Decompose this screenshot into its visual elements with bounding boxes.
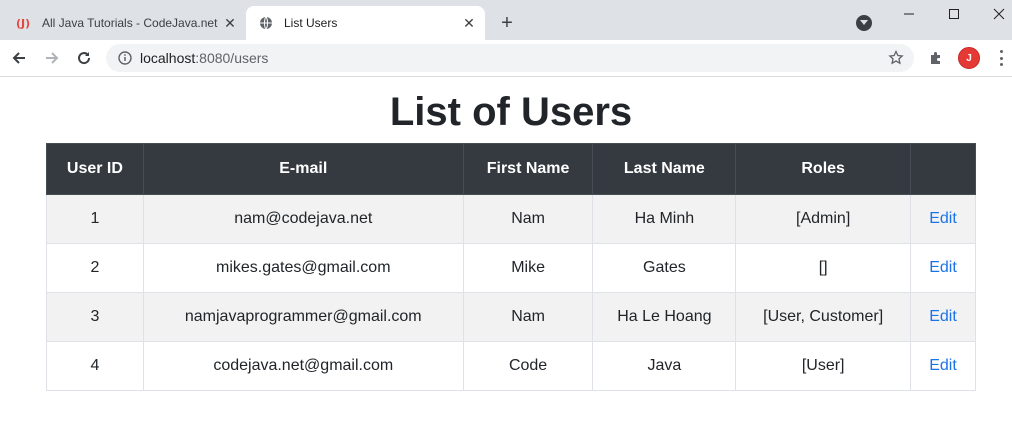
back-arrow-icon[interactable] — [9, 48, 29, 68]
table-row: 2 mikes.gates@gmail.com Mike Gates [] Ed… — [46, 243, 976, 293]
edit-user-link[interactable]: Edit — [929, 308, 957, 325]
tab-title: List Users — [284, 16, 338, 30]
edit-user-link[interactable]: Edit — [929, 259, 957, 276]
maximize-icon[interactable] — [931, 0, 977, 28]
column-header-last-name: Last Name — [592, 143, 737, 195]
cell-last-name: Ha Minh — [592, 194, 737, 244]
address-bar[interactable]: localhost:8080/users — [106, 44, 914, 72]
cell-email: nam@codejava.net — [142, 194, 464, 244]
forward-arrow-icon[interactable] — [42, 48, 62, 68]
table-row: 1 nam@codejava.net Nam Ha Minh [Admin] E… — [46, 194, 976, 244]
column-header-actions — [910, 143, 976, 195]
column-header-email: E-mail — [142, 143, 464, 195]
new-tab-icon[interactable]: + — [496, 12, 518, 34]
table-row: 4 codejava.net@gmail.com Code Java [User… — [46, 341, 976, 391]
column-header-first-name: First Name — [462, 143, 594, 195]
cell-email: mikes.gates@gmail.com — [142, 243, 464, 293]
cell-user-id: 3 — [46, 292, 144, 342]
minimize-icon[interactable] — [886, 0, 932, 28]
tab-codejava[interactable]: (J) All Java Tutorials - CodeJava.net ✕ — [8, 6, 246, 40]
edit-user-link[interactable]: Edit — [929, 210, 957, 227]
cell-actions: Edit — [910, 292, 976, 342]
tab-list-users[interactable]: List Users ✕ — [246, 6, 485, 40]
table-row: 3 namjavaprogrammer@gmail.com Nam Ha Le … — [46, 292, 976, 342]
extensions-puzzle-icon[interactable] — [928, 50, 944, 66]
svg-text:(J): (J) — [16, 17, 30, 30]
url-host: localhost — [140, 50, 196, 66]
cell-actions: Edit — [910, 341, 976, 391]
cell-user-id: 4 — [46, 341, 144, 391]
cell-roles: [] — [735, 243, 912, 293]
cell-actions: Edit — [910, 194, 976, 244]
codejava-icon: (J) — [16, 15, 32, 31]
cell-first-name: Mike — [462, 243, 594, 293]
close-tab-icon[interactable]: ✕ — [220, 13, 240, 33]
close-window-icon[interactable] — [976, 0, 1012, 28]
site-info-icon[interactable] — [118, 51, 132, 65]
globe-icon — [258, 15, 274, 31]
bookmark-star-icon[interactable] — [888, 50, 904, 66]
close-tab-icon[interactable]: ✕ — [459, 13, 479, 33]
profile-avatar[interactable]: J — [958, 47, 980, 69]
cell-email: namjavaprogrammer@gmail.com — [142, 292, 464, 342]
column-header-roles: Roles — [735, 143, 912, 195]
cell-roles: [Admin] — [735, 194, 912, 244]
cell-user-id: 2 — [46, 243, 144, 293]
column-header-user-id: User ID — [46, 143, 144, 195]
tab-strip: (J) All Java Tutorials - CodeJava.net ✕ … — [0, 0, 1012, 40]
cell-roles: [User, Customer] — [735, 292, 912, 342]
tab-search-icon[interactable] — [856, 15, 872, 31]
users-table: User ID E-mail First Name Last Name Role… — [46, 143, 976, 391]
url-path: :8080/users — [195, 50, 269, 66]
kebab-menu-icon[interactable] — [996, 50, 1006, 66]
cell-last-name: Gates — [592, 243, 737, 293]
cell-last-name: Java — [592, 341, 737, 391]
cell-first-name: Code — [462, 341, 594, 391]
cell-last-name: Ha Le Hoang — [592, 292, 737, 342]
page-title: List of Users — [389, 90, 633, 134]
cell-user-id: 1 — [46, 194, 144, 244]
cell-email: codejava.net@gmail.com — [142, 341, 464, 391]
cell-first-name: Nam — [462, 292, 594, 342]
tab-title: All Java Tutorials - CodeJava.net — [42, 16, 218, 30]
cell-roles: [User] — [735, 341, 912, 391]
reload-icon[interactable] — [74, 48, 94, 68]
cell-first-name: Nam — [462, 194, 594, 244]
cell-actions: Edit — [910, 243, 976, 293]
edit-user-link[interactable]: Edit — [929, 357, 957, 374]
table-header-row: User ID E-mail First Name Last Name Role… — [46, 143, 976, 195]
browser-toolbar: localhost:8080/users J — [0, 40, 1012, 77]
